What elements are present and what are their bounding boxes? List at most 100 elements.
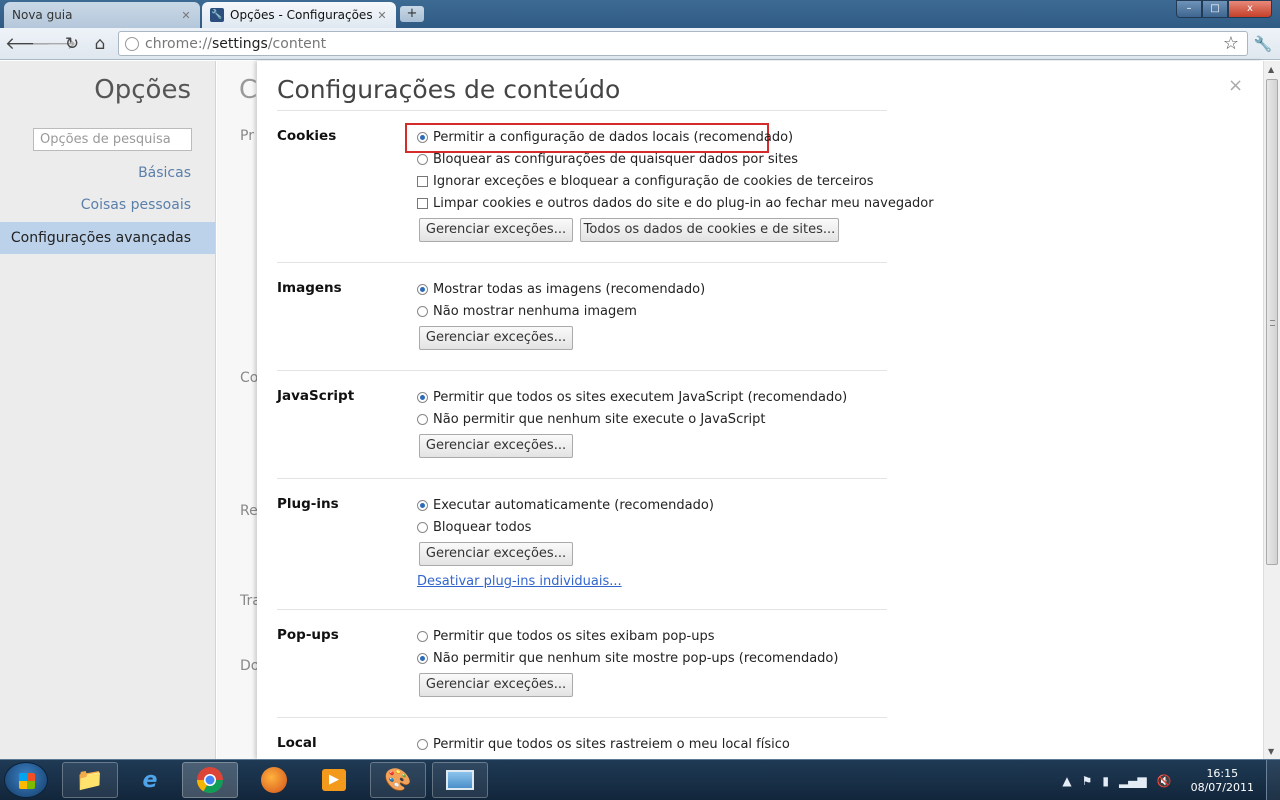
radio-button[interactable] [417, 414, 428, 425]
windows-taskbar: 📁 e ▶ 🎨 ▲ ⚑ ▮ ▂▄▆ 🔇 16:15 08/07/2011 [0, 759, 1280, 800]
reload-icon[interactable]: ↻ [61, 33, 83, 55]
media-player-icon[interactable]: ▶ [306, 762, 362, 798]
section-heading-images: Imagens [277, 280, 342, 296]
option-label: Não permitir que nenhum site mostre pop-… [433, 651, 839, 666]
new-tab-button[interactable]: + [400, 6, 424, 22]
window-controls: – □ x [1176, 0, 1272, 18]
radio-button[interactable] [417, 653, 428, 664]
option-label: Permitir que todos os sites executem Jav… [433, 390, 848, 405]
maximize-button[interactable]: □ [1202, 0, 1228, 18]
scroll-down-arrow-icon[interactable]: ▼ [1268, 747, 1274, 756]
cookies-option-clear-on-exit[interactable]: Limpar cookies e outros dados do site e … [417, 196, 934, 211]
option-label: Executar automaticamente (recomendado) [433, 498, 714, 513]
sidebar-item-configuracoes-avancadas[interactable]: Configurações avançadas [0, 222, 215, 254]
cookies-option-allow[interactable]: Permitir a configuração de dados locais … [417, 130, 793, 145]
radio-button[interactable] [417, 500, 428, 511]
paint-icon[interactable]: 🎨 [370, 762, 426, 798]
sidebar-item-basicas[interactable]: Básicas [138, 165, 191, 181]
clock[interactable]: 16:15 08/07/2011 [1191, 767, 1254, 795]
radio-button[interactable] [417, 154, 428, 165]
network-icon[interactable]: ▂▄▆ [1119, 774, 1147, 788]
divider [277, 370, 887, 371]
divider [277, 262, 887, 263]
background-section-fragment: Pr [240, 128, 254, 144]
power-icon[interactable]: ▮ [1102, 774, 1109, 788]
radio-button[interactable] [417, 284, 428, 295]
manage-exceptions-button[interactable]: Gerenciar exceções... [419, 326, 573, 350]
disable-individual-plugins-link[interactable]: Desativar plug-ins individuais... [417, 574, 622, 589]
radio-button[interactable] [417, 392, 428, 403]
option-label: Limpar cookies e outros dados do site e … [433, 196, 934, 211]
overlay-close-icon[interactable]: × [1228, 75, 1243, 96]
url-path: /content [267, 35, 327, 52]
browser-toolbar: 🡐 🡒 ↻ ⌂ chrome:// settings /content ☆ 🔧 [0, 28, 1280, 60]
tab-opcoes[interactable]: 🔧 Opções - Configurações de ✕ [202, 2, 396, 28]
volume-muted-icon[interactable]: 🔇 [1157, 774, 1172, 788]
popups-option-block[interactable]: Não permitir que nenhum site mostre pop-… [417, 651, 838, 666]
overlay-title: Configurações de conteúdo [277, 75, 621, 104]
images-option-show-all[interactable]: Mostrar todas as imagens (recomendado) [417, 282, 705, 297]
photo-viewer-icon[interactable] [432, 762, 488, 798]
background-section-fragment: Re [240, 503, 258, 519]
javascript-option-block[interactable]: Não permitir que nenhum site execute o J… [417, 412, 766, 427]
home-icon[interactable]: ⌂ [89, 33, 111, 55]
minimize-button[interactable]: – [1176, 0, 1202, 18]
background-section-fragment: Co [240, 370, 259, 386]
tab-nova-guia[interactable]: Nova guia ✕ [4, 2, 200, 28]
plugins-option-auto-run[interactable]: Executar automaticamente (recomendado) [417, 498, 714, 513]
sidebar-title: Opções [94, 75, 191, 105]
javascript-option-allow[interactable]: Permitir que todos os sites executem Jav… [417, 390, 847, 405]
address-bar[interactable]: chrome:// settings /content ☆ [118, 31, 1248, 56]
images-option-show-none[interactable]: Não mostrar nenhuma imagem [417, 304, 637, 319]
plugins-option-block-all[interactable]: Bloquear todos [417, 520, 531, 535]
tab-close-icon[interactable]: ✕ [376, 9, 388, 22]
back-arrow-icon[interactable]: 🡐 [5, 33, 51, 55]
forward-arrow-icon[interactable]: 🡒 [31, 33, 77, 55]
grip-icon [1270, 320, 1275, 326]
sidebar-item-coisas-pessoais[interactable]: Coisas pessoais [81, 197, 191, 213]
location-option-allow[interactable]: Permitir que todos os sites rastreiem o … [417, 737, 790, 752]
bookmark-star-icon[interactable]: ☆ [1223, 33, 1239, 54]
search-options-input[interactable]: Opções de pesquisa [33, 128, 192, 151]
popups-option-allow[interactable]: Permitir que todos os sites exibam pop-u… [417, 629, 714, 644]
option-label: Mostrar todas as imagens (recomendado) [433, 282, 706, 297]
divider [277, 478, 887, 479]
scroll-up-arrow-icon[interactable]: ▲ [1268, 65, 1274, 74]
show-hidden-icons-arrow-icon[interactable]: ▲ [1062, 774, 1071, 788]
scrollbar-thumb[interactable] [1266, 79, 1278, 565]
settings-sidebar: Opções Opções de pesquisa Básicas Coisas… [0, 61, 216, 759]
manage-exceptions-button[interactable]: Gerenciar exceções... [419, 434, 573, 458]
start-button[interactable] [4, 762, 48, 798]
checkbox[interactable] [417, 198, 428, 209]
tab-close-icon[interactable]: ✕ [180, 9, 192, 22]
checkbox[interactable] [417, 176, 428, 187]
explorer-icon[interactable]: 📁 [62, 762, 118, 798]
radio-button[interactable] [417, 132, 428, 143]
action-center-flag-icon[interactable]: ⚑ [1082, 774, 1093, 788]
manage-exceptions-button[interactable]: Gerenciar exceções... [419, 673, 573, 697]
cookies-option-third-party[interactable]: Ignorar exceções e bloquear a configuraç… [417, 174, 874, 189]
tab-title: Nova guia [12, 8, 73, 22]
cookies-option-block[interactable]: Bloquear as configurações de quaisquer d… [417, 152, 798, 167]
system-tray: ▲ ⚑ ▮ ▂▄▆ 🔇 16:15 08/07/2011 [1057, 760, 1280, 800]
all-cookies-data-button[interactable]: Todos os dados de cookies e de sites... [580, 218, 839, 242]
page-scrollbar[interactable]: ▲ ▼ [1263, 61, 1280, 759]
manage-exceptions-button[interactable]: Gerenciar exceções... [419, 542, 573, 566]
show-desktop-button[interactable] [1266, 760, 1280, 800]
radio-button[interactable] [417, 739, 428, 750]
radio-button[interactable] [417, 522, 428, 533]
wrench-menu-icon[interactable]: 🔧 [1252, 33, 1274, 55]
settings-page: Opções Opções de pesquisa Básicas Coisas… [0, 61, 1280, 759]
section-heading-location: Local [277, 735, 317, 751]
internet-explorer-icon[interactable]: e [122, 762, 178, 798]
manage-exceptions-button[interactable]: Gerenciar exceções... [419, 218, 573, 242]
radio-button[interactable] [417, 631, 428, 642]
section-heading-cookies: Cookies [277, 128, 337, 144]
windows-logo-icon [19, 773, 35, 789]
firefox-icon[interactable] [246, 762, 302, 798]
tab-title: Opções - Configurações de [230, 8, 376, 22]
close-window-button[interactable]: x [1228, 0, 1272, 18]
chrome-icon[interactable] [182, 762, 238, 798]
option-label: Permitir a configuração de dados locais … [433, 130, 794, 145]
radio-button[interactable] [417, 306, 428, 317]
